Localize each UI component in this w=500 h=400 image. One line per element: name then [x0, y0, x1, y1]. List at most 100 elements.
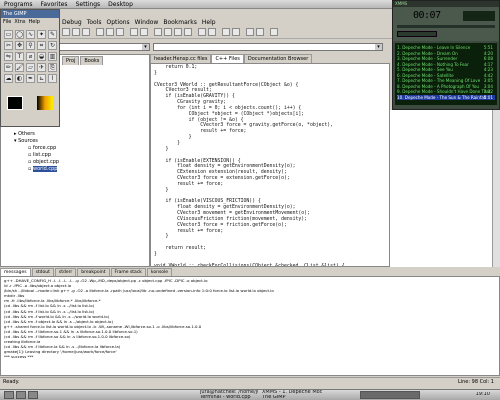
menu-help[interactable]: Help — [202, 19, 216, 26]
toolbar-save-button[interactable] — [82, 28, 90, 36]
rect-select-icon[interactable]: ▭ — [4, 30, 13, 39]
tab-konsole[interactable]: konsole — [146, 268, 173, 276]
toolbar-paste-button[interactable] — [116, 28, 124, 36]
magic-wand-icon[interactable]: ✦ — [37, 30, 46, 39]
tab-proj[interactable]: Proj — [62, 56, 80, 65]
color-picker-icon[interactable]: ⌀ — [26, 52, 35, 61]
toolbar-run-button[interactable] — [174, 28, 182, 36]
scissors-icon[interactable]: ✂ — [4, 41, 13, 50]
menu-bookmarks[interactable]: Bookmarks — [163, 19, 197, 26]
tab-cpp-files[interactable]: C++ Files — [211, 54, 244, 63]
transform-icon[interactable]: ↻ — [48, 41, 57, 50]
messages-output[interactable]: g++ -DHAVE_CONFIG_H -I. -I. -I.. -I.. -g… — [0, 276, 500, 376]
lasso-icon[interactable]: ∿ — [26, 30, 35, 39]
method-combo[interactable]: ▾ — [153, 43, 383, 51]
code-editor[interactable]: return 0.1; } CVector3 VWorld :: getResu… — [150, 63, 390, 267]
toolbar-stop-button[interactable] — [184, 28, 192, 36]
xmms-player: XMMS 00:07 1. Depeche Mode - Leave In Si… — [392, 0, 500, 110]
ink-icon[interactable]: ✒ — [26, 74, 35, 83]
taskbar-item[interactable]: Terminal - world.cpp — [200, 395, 258, 400]
menu-options[interactable]: Options — [107, 19, 130, 26]
tab-documentation[interactable]: Documentation Browser — [243, 54, 313, 63]
tab-frame-stack[interactable]: Frame stack — [110, 268, 146, 276]
desktop: { "panel": { "menus": ["Programs", "Favo… — [0, 0, 500, 400]
panel-menu-settings[interactable]: Settings — [74, 1, 103, 8]
panel-menu-programs[interactable]: Programs — [2, 1, 34, 8]
path-icon[interactable]: ⌇ — [48, 74, 57, 83]
terminal-launcher-icon[interactable] — [16, 391, 26, 399]
brush-icon[interactable]: 🖌 — [15, 63, 24, 72]
move-icon[interactable]: ✥ — [15, 41, 24, 50]
browser-launcher-icon[interactable] — [28, 391, 38, 399]
tree-item-selected[interactable]: ▫ world.cpp — [28, 166, 58, 172]
toolbar-next-button[interactable] — [256, 28, 264, 36]
menu-tools[interactable]: Tools — [87, 19, 102, 26]
text-icon[interactable]: T — [15, 52, 24, 61]
toolbar-help-button[interactable] — [270, 28, 278, 36]
tab-messages[interactable]: messages — [0, 268, 31, 276]
gradient-icon[interactable]: ▥ — [48, 52, 57, 61]
toolbar-copy-button[interactable] — [106, 28, 114, 36]
dodge-icon[interactable]: ◐ — [15, 74, 24, 83]
toolbar-redo-button[interactable] — [140, 28, 148, 36]
bucket-icon[interactable]: ◒ — [37, 52, 46, 61]
panel-menu-favorites[interactable]: Favorites — [38, 1, 69, 8]
menu-window[interactable]: Window — [135, 19, 159, 26]
xmms-time-display: 00:07 — [413, 10, 441, 21]
gimp-titlebar[interactable]: The GIMP — [1, 10, 59, 18]
crop-icon[interactable]: ⌗ — [37, 41, 46, 50]
toolbar-build-button[interactable] — [164, 28, 172, 36]
tree-item-others[interactable]: ▸ Others — [14, 131, 35, 137]
gimp-menu-file[interactable]: File — [3, 19, 11, 26]
tab-stderr[interactable]: stderr — [54, 268, 77, 276]
tree-item-file[interactable]: ▫ object.cpp — [28, 159, 59, 165]
menu-debug[interactable]: Debug — [62, 19, 82, 26]
airbrush-icon[interactable]: ✈ — [37, 63, 46, 72]
playlist-item-current[interactable]: 10. Depeche Mode - The Sun & The Rainfal… — [397, 94, 495, 100]
toolbar-find-button[interactable] — [154, 28, 162, 36]
toolbar-debug-button[interactable] — [198, 28, 206, 36]
eraser-icon[interactable]: ▱ — [26, 63, 35, 72]
xmms-transport-controls[interactable] — [397, 31, 437, 37]
start-menu-icon[interactable] — [4, 391, 14, 399]
toolbar-bookmark-button[interactable] — [246, 28, 254, 36]
xmms-titlebar[interactable]: XMMS — [393, 1, 499, 7]
xmms-seek-bar[interactable] — [397, 25, 495, 28]
clone-icon[interactable]: ⎘ — [48, 63, 57, 72]
toolbar-cut-button[interactable] — [96, 28, 104, 36]
magnify-icon[interactable]: ⚲ — [26, 41, 35, 50]
xmms-playlist[interactable]: 1. Depeche Mode - Leave In Silence 5:51 2… — [395, 43, 497, 105]
toolbar-undo-button[interactable] — [130, 28, 138, 36]
editor-tabs: header.Hensp.cc files C++ Files Document… — [150, 54, 350, 63]
toolbar-open-button[interactable] — [72, 28, 80, 36]
gimp-menu-xtns[interactable]: Xtns — [14, 19, 25, 26]
smudge-icon[interactable]: ☁ — [4, 74, 13, 83]
toolbar-method-button[interactable] — [232, 28, 240, 36]
gradient-swatch[interactable] — [37, 96, 53, 110]
gimp-menubar: File Xtns Help — [1, 19, 59, 26]
ide-statusbar: Ready. Line: 98 Col: 1 — [0, 377, 500, 385]
tab-header-files[interactable]: header.Hensp.cc files — [150, 54, 212, 63]
measure-icon[interactable]: ⊾ — [37, 74, 46, 83]
ellipse-select-icon[interactable]: ◯ — [15, 30, 24, 39]
tab-stdout[interactable]: stdout — [31, 268, 54, 276]
flip-icon[interactable]: ⇋ — [4, 52, 13, 61]
tree-item-file[interactable]: ▫ list.cpp — [28, 152, 51, 158]
messages-text: g++ -DHAVE_CONFIG_H -I. -I. -I.. -I.. -g… — [4, 278, 274, 360]
toolbar-new-button[interactable] — [62, 28, 70, 36]
editor-blank-area — [390, 110, 492, 267]
chevron-down-icon[interactable]: ▾ — [375, 44, 382, 50]
tab-breakpoint[interactable]: breakpoint — [77, 268, 110, 276]
gimp-menu-help[interactable]: Help — [29, 19, 40, 26]
tree-item-file[interactable]: ▫ force.cpp — [28, 145, 56, 151]
bezier-icon[interactable]: ✎ — [48, 30, 57, 39]
toolbar-class-button[interactable] — [222, 28, 230, 36]
pencil-icon[interactable]: ✏ — [4, 63, 13, 72]
taskbar-item[interactable]: The GIMP — [262, 395, 322, 400]
chevron-down-icon[interactable]: ▾ — [142, 44, 149, 50]
toolbar-step-button[interactable] — [208, 28, 216, 36]
tab-books[interactable]: Books — [80, 56, 104, 65]
foreground-color-swatch[interactable] — [7, 96, 23, 110]
tree-item-sources[interactable]: ▾ Sources — [14, 138, 38, 144]
panel-menu-desktop[interactable]: Desktop — [106, 1, 135, 8]
